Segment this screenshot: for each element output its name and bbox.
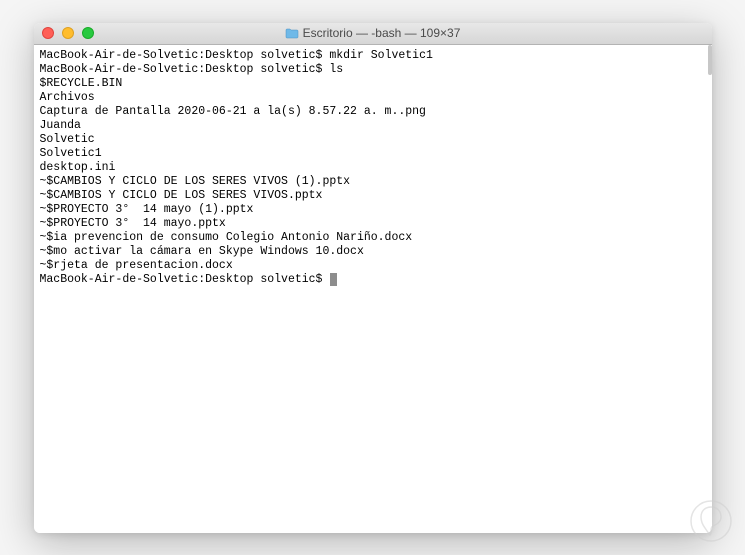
prompt: MacBook-Air-de-Solvetic:Desktop solvetic… bbox=[40, 273, 330, 286]
command: mkdir Solvetic1 bbox=[329, 49, 433, 62]
terminal-lines: MacBook-Air-de-Solvetic:Desktop solvetic… bbox=[40, 49, 706, 287]
zoom-button[interactable] bbox=[82, 27, 94, 39]
terminal-body[interactable]: MacBook-Air-de-Solvetic:Desktop solvetic… bbox=[34, 45, 712, 533]
output-line: ~$CAMBIOS Y CICLO DE LOS SERES VIVOS (1)… bbox=[40, 175, 706, 189]
output-line: ~$mo activar la cámara en Skype Windows … bbox=[40, 245, 706, 259]
terminal-line: MacBook-Air-de-Solvetic:Desktop solvetic… bbox=[40, 273, 706, 287]
output-line: ~$PROYECTO 3° 14 mayo.pptx bbox=[40, 217, 706, 231]
output-line: Captura de Pantalla 2020-06-21 a la(s) 8… bbox=[40, 105, 706, 119]
window-title: Escritorio — -bash — 109×37 bbox=[303, 26, 461, 40]
output-line: Archivos bbox=[40, 91, 706, 105]
folder-icon bbox=[285, 28, 299, 39]
output-line: ~$rjeta de presentacion.docx bbox=[40, 259, 706, 273]
output-line: Juanda bbox=[40, 119, 706, 133]
output-line: Solvetic bbox=[40, 133, 706, 147]
output-line: desktop.ini bbox=[40, 161, 706, 175]
minimize-button[interactable] bbox=[62, 27, 74, 39]
title-container: Escritorio — -bash — 109×37 bbox=[34, 26, 712, 40]
watermark-icon bbox=[689, 499, 733, 543]
prompt: MacBook-Air-de-Solvetic:Desktop solvetic… bbox=[40, 49, 330, 62]
output-line: ~$CAMBIOS Y CICLO DE LOS SERES VIVOS.ppt… bbox=[40, 189, 706, 203]
scrollbar-thumb[interactable] bbox=[708, 45, 712, 75]
prompt: MacBook-Air-de-Solvetic:Desktop solvetic… bbox=[40, 63, 330, 76]
output-line: ~$PROYECTO 3° 14 mayo (1).pptx bbox=[40, 203, 706, 217]
cursor bbox=[330, 273, 337, 286]
window-titlebar[interactable]: Escritorio — -bash — 109×37 bbox=[34, 23, 712, 45]
terminal-line: MacBook-Air-de-Solvetic:Desktop solvetic… bbox=[40, 63, 706, 77]
output-line: Solvetic1 bbox=[40, 147, 706, 161]
traffic-lights bbox=[42, 27, 94, 39]
command: ls bbox=[329, 63, 343, 76]
terminal-line: MacBook-Air-de-Solvetic:Desktop solvetic… bbox=[40, 49, 706, 63]
close-button[interactable] bbox=[42, 27, 54, 39]
output-line: $RECYCLE.BIN bbox=[40, 77, 706, 91]
terminal-window: Escritorio — -bash — 109×37 MacBook-Air-… bbox=[34, 23, 712, 533]
output-line: ~$ia prevencion de consumo Colegio Anton… bbox=[40, 231, 706, 245]
